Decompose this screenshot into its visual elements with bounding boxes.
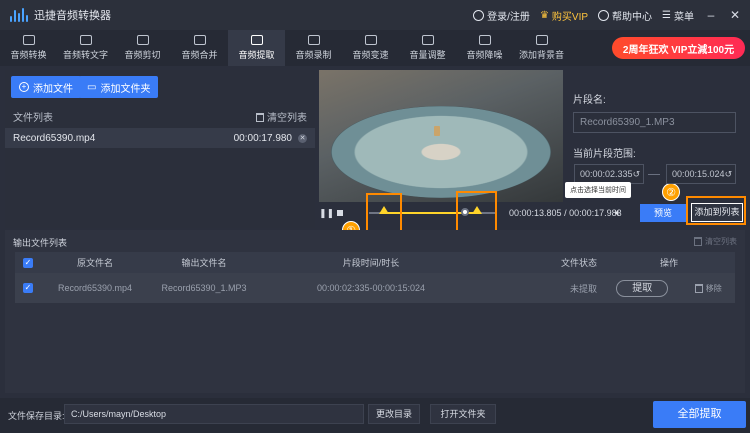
app-logo-icon [10, 8, 28, 22]
microphone-icon [307, 35, 320, 45]
help-center-button[interactable]: 帮助中心 [598, 8, 652, 23]
help-icon [598, 9, 610, 21]
table-header: ✓ 原文件名 输出文件名 片段时间/时长 文件状态 操作 [15, 252, 735, 273]
segment-range-label: 当前片段范围: [573, 149, 636, 160]
source-file-name: Record65390.mp4 [57, 283, 133, 293]
file-duration: 00:00:17.980 [233, 132, 292, 144]
refresh-icon [22, 35, 35, 45]
extract-icon [250, 35, 263, 45]
volume-icon[interactable]: 🔈︎ [615, 207, 622, 220]
extract-all-button[interactable]: 全部提取 [653, 401, 746, 428]
noise-reduce-icon [478, 35, 491, 45]
select-all-checkbox[interactable]: ✓ [23, 257, 33, 268]
add-to-list-button[interactable]: 添加到列表 [691, 203, 743, 222]
clear-list-button[interactable]: 清空列表 [256, 109, 307, 124]
reset-icon[interactable]: ↺ [633, 169, 641, 179]
crown-icon: ♛ [539, 9, 549, 21]
tab-audio-record[interactable]: 音频录制 [285, 30, 342, 66]
extract-button[interactable]: 提取 [616, 279, 669, 297]
playback-time: 00:00:13.805 / 00:00:17.983 [509, 208, 622, 218]
music-note-icon [535, 35, 548, 45]
menu-icon: ☰ [662, 9, 671, 21]
reset-icon[interactable]: ↺ [725, 169, 733, 179]
minimize-button[interactable]: – [704, 8, 718, 22]
tab-noise-reduce[interactable]: 音频降噪 [456, 30, 513, 66]
trash-icon [694, 283, 703, 293]
change-dir-button[interactable]: 更改目录 [368, 404, 420, 424]
segment-end-input[interactable]: 00:00:15.024 ↺ [666, 164, 736, 184]
text-convert-icon [79, 35, 92, 45]
merge-icon [193, 35, 206, 45]
file-status: 未提取 [569, 283, 597, 294]
volume-icon [421, 35, 434, 45]
add-folder-button[interactable]: ▭ 添加文件夹 [79, 76, 159, 98]
segment-start-input[interactable]: 00:00:02.335 ↺ [574, 164, 644, 184]
record-disc-image [331, 106, 551, 198]
tab-volume-adjust[interactable]: 音量调整 [399, 30, 456, 66]
annotation-box-start [366, 193, 402, 235]
speed-icon [364, 35, 377, 45]
trash-icon [694, 237, 702, 247]
segment-range: 00:00:02:335-00:00:15:024 [316, 283, 426, 293]
output-clear-button[interactable]: 清空列表 [694, 236, 737, 247]
scissors-icon [136, 35, 149, 45]
footer-bar: 文件保存目录: C:/Users/mayn/Desktop 更改目录 打开文件夹… [0, 398, 750, 433]
annotation-number-2: ② [662, 183, 680, 201]
app-title: 迅捷音频转换器 [34, 10, 111, 22]
open-folder-button[interactable]: 打开文件夹 [430, 404, 496, 424]
video-preview [319, 70, 563, 202]
file-list-header: 文件列表 清空列表 [5, 106, 315, 126]
buy-vip-button[interactable]: ♛ 购买VIP [540, 8, 588, 23]
tab-audio-to-text[interactable]: 音频转文字 [57, 30, 114, 66]
annotation-box-end [456, 191, 497, 233]
close-button[interactable]: ✕ [728, 8, 742, 22]
save-dir-input[interactable]: C:/Users/mayn/Desktop [64, 404, 364, 424]
promo-banner[interactable]: 2周年狂欢 VIP立減100元 [612, 37, 745, 59]
add-file-button[interactable]: + 添加文件 [11, 76, 81, 98]
remove-file-icon[interactable]: ✕ [298, 133, 307, 143]
tab-audio-merge[interactable]: 音频合并 [171, 30, 228, 66]
segment-name-label: 片段名: [573, 95, 606, 106]
tab-audio-cut[interactable]: 音频剪切 [114, 30, 171, 66]
segment-name-input[interactable]: Record65390_1.MP3 [573, 112, 736, 133]
output-table: ✓ 原文件名 输出文件名 片段时间/时长 文件状态 操作 ✓ Record653… [15, 252, 735, 303]
user-icon [473, 9, 485, 21]
tab-audio-speed[interactable]: 音频变速 [342, 30, 399, 66]
save-dir-label: 文件保存目录: [8, 411, 65, 421]
file-list-item[interactable]: Record65390.mp4 00:00:17.980 ✕ [5, 128, 315, 148]
menu-button[interactable]: ☰ 菜单 [662, 8, 694, 23]
output-file-panel: 输出文件列表 清空列表 ✓ 原文件名 输出文件名 片段时间/时长 文件状态 操作… [5, 230, 745, 393]
row-checkbox[interactable]: ✓ [23, 283, 33, 293]
remove-button[interactable]: 移除 [694, 283, 722, 293]
tab-audio-extract[interactable]: 音频提取 [228, 30, 285, 66]
login-button[interactable]: 登录/注册 [473, 8, 530, 23]
preview-button[interactable]: 预览 [640, 204, 686, 222]
stop-icon[interactable] [337, 210, 343, 216]
pause-icon[interactable]: ❚❚ [319, 208, 334, 219]
table-row: ✓ Record65390.mp4 Record65390_1.MP3 00:0… [15, 273, 735, 303]
output-file-name: Record65390_1.MP3 [161, 283, 247, 293]
tab-audio-convert[interactable]: 音频转换 [0, 30, 57, 66]
file-list-panel: + 添加文件 ▭ 添加文件夹 文件列表 清空列表 Record65390.mp4 0… [5, 70, 315, 228]
trash-icon [256, 113, 264, 123]
output-list-title: 输出文件列表 [13, 238, 68, 248]
plus-icon: + [19, 82, 29, 92]
file-name: Record65390.mp4 [13, 132, 96, 144]
folder-icon: ▭ [87, 81, 97, 93]
title-bar: 迅捷音频转换器 登录/注册 ♛ 购买VIP 帮助中心 ☰ 菜单 – ✕ [0, 0, 750, 30]
tooltip: 点击选择当前时间 [565, 182, 631, 198]
file-list-title: 文件列表 [13, 112, 53, 124]
tab-add-bgm[interactable]: 添加背景音 [513, 30, 570, 66]
